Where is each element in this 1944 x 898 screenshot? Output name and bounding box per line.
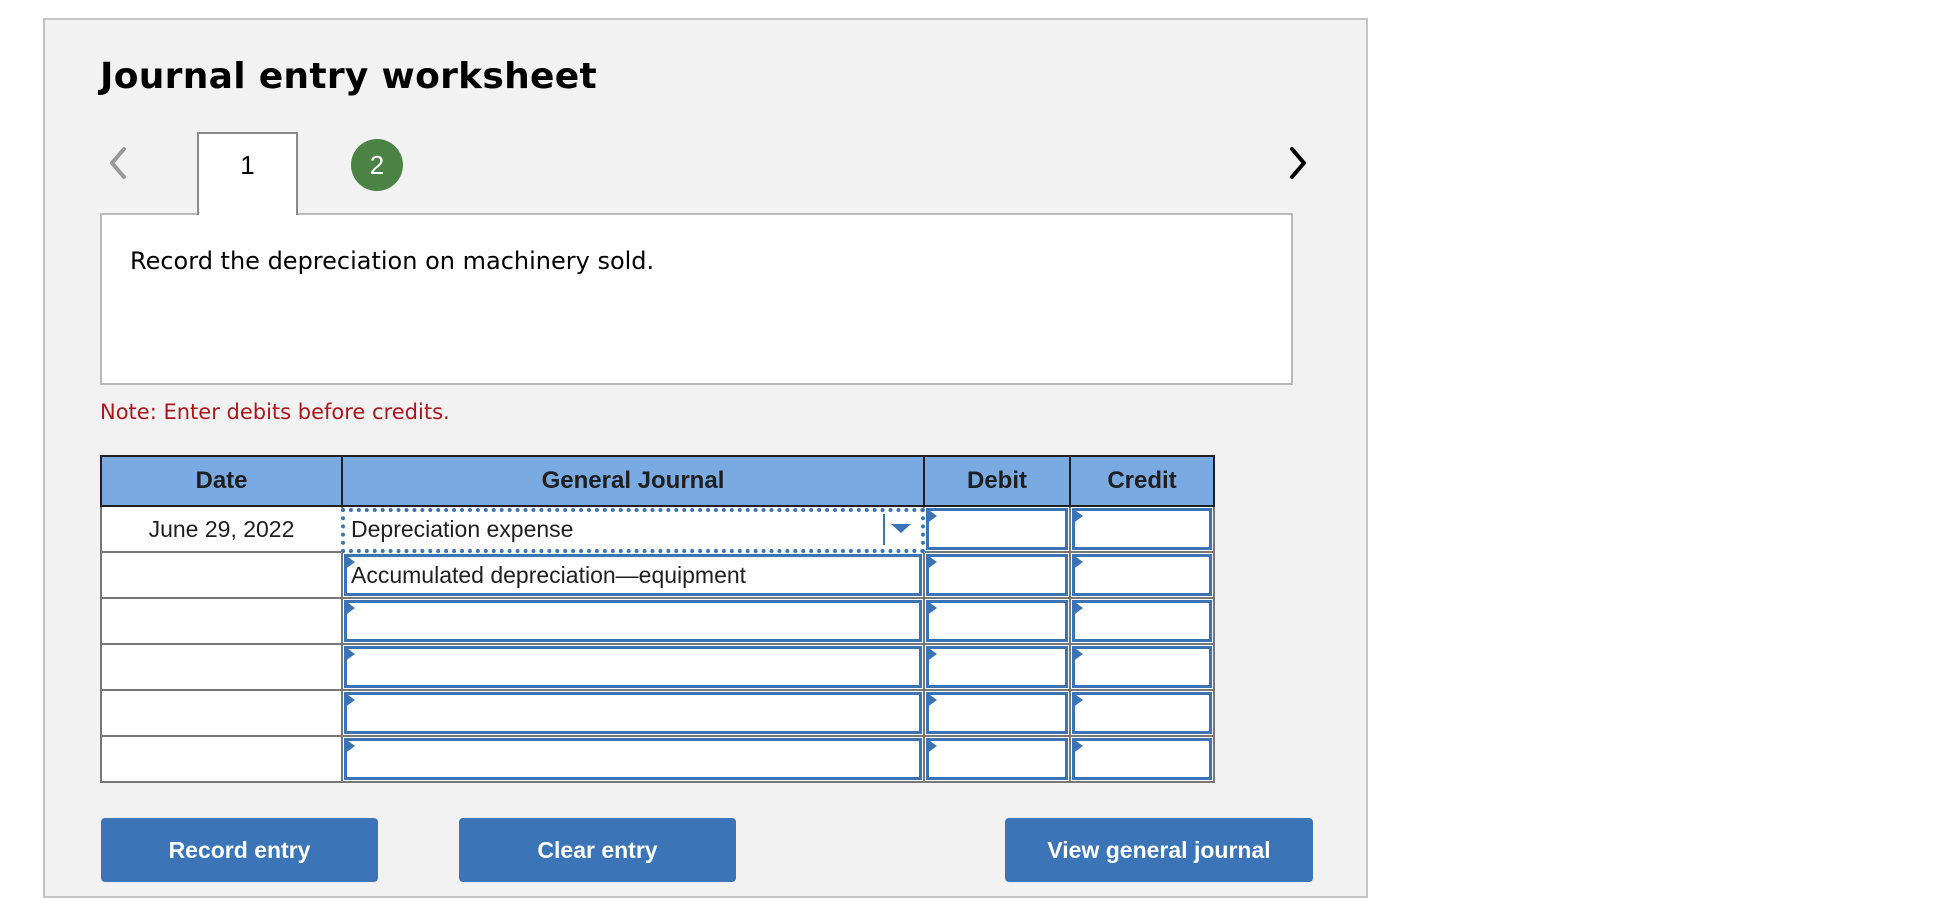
date-cell[interactable] [100, 735, 343, 783]
chevron-right-icon [1290, 147, 1306, 179]
credit-cell [1069, 643, 1215, 691]
table-header-row: Date General Journal Debit Credit [100, 455, 1215, 507]
worksheet-title: Journal entry worksheet [100, 56, 597, 97]
account-input[interactable] [344, 738, 922, 780]
credit-cell [1069, 597, 1215, 645]
credit-cell [1069, 551, 1215, 599]
debit-input[interactable] [926, 600, 1068, 642]
date-cell[interactable] [100, 597, 343, 645]
journal-table: Date General Journal Debit Credit June 2… [100, 455, 1215, 783]
debit-cell [923, 551, 1071, 599]
account-input[interactable] [344, 646, 922, 688]
account-cell [341, 597, 925, 645]
table-row [100, 643, 1215, 691]
debit-cell [923, 505, 1071, 553]
date-cell[interactable] [100, 643, 343, 691]
column-header-debit: Debit [923, 455, 1071, 507]
table-row [100, 735, 1215, 783]
account-cell [341, 689, 925, 737]
debit-cell [923, 597, 1071, 645]
credit-cell [1069, 735, 1215, 783]
input-flag-icon [926, 692, 937, 708]
debits-note: Note: Enter debits before credits. [100, 400, 450, 424]
debit-input[interactable] [926, 692, 1068, 734]
next-entry-button[interactable] [1284, 145, 1312, 181]
prompt-box: Record the depreciation on machinery sol… [100, 213, 1293, 385]
table-row: Accumulated depreciation—equipment [100, 551, 1215, 599]
account-cell [341, 643, 925, 691]
account-cell [341, 735, 925, 783]
debit-cell [923, 643, 1071, 691]
dropdown-caret-icon[interactable] [891, 524, 911, 533]
debit-cell [923, 689, 1071, 737]
input-flag-icon [1072, 508, 1083, 524]
credit-input[interactable] [1072, 646, 1212, 688]
debit-input[interactable] [926, 738, 1068, 780]
credit-cell [1069, 689, 1215, 737]
credit-input[interactable] [1072, 554, 1212, 596]
input-flag-icon [1072, 738, 1083, 754]
record-entry-button[interactable]: Record entry [101, 818, 378, 882]
column-header-general-journal: General Journal [341, 455, 925, 507]
debit-input[interactable] [926, 554, 1068, 596]
input-flag-icon [344, 738, 355, 754]
clear-entry-button[interactable]: Clear entry [459, 818, 736, 882]
account-input[interactable] [344, 692, 922, 734]
chevron-left-icon [110, 147, 126, 179]
credit-cell [1069, 505, 1215, 553]
account-cell: Depreciation expense [341, 505, 925, 553]
select-divider [883, 514, 885, 545]
credit-input[interactable] [1072, 692, 1212, 734]
column-header-credit: Credit [1069, 455, 1215, 507]
input-flag-icon [1072, 646, 1083, 662]
account-input[interactable]: Accumulated depreciation—equipment [344, 554, 922, 596]
view-general-journal-button[interactable]: View general journal [1005, 818, 1313, 882]
date-cell[interactable] [100, 689, 343, 737]
credit-input[interactable] [1072, 600, 1212, 642]
debit-input[interactable] [926, 508, 1068, 550]
input-flag-icon [344, 554, 355, 570]
input-flag-icon [926, 738, 937, 754]
input-flag-icon [344, 600, 355, 616]
input-flag-icon [926, 554, 937, 570]
input-flag-icon [344, 646, 355, 662]
date-cell[interactable] [100, 551, 343, 599]
input-flag-icon [1072, 554, 1083, 570]
account-select-value: Depreciation expense [351, 516, 574, 542]
debit-input[interactable] [926, 646, 1068, 688]
tab-entry-1[interactable]: 1 [197, 132, 298, 215]
prompt-text: Record the depreciation on machinery sol… [130, 247, 655, 275]
prev-entry-button[interactable] [104, 145, 132, 181]
table-row [100, 689, 1215, 737]
input-flag-icon [1072, 692, 1083, 708]
input-flag-icon [926, 600, 937, 616]
account-input[interactable] [344, 600, 922, 642]
table-row: June 29, 2022 Depreciation expense [100, 505, 1215, 553]
debit-cell [923, 735, 1071, 783]
column-header-date: Date [100, 455, 343, 507]
input-flag-icon [344, 692, 355, 708]
credit-input[interactable] [1072, 508, 1212, 550]
date-cell[interactable]: June 29, 2022 [100, 505, 343, 553]
input-flag-icon [1072, 600, 1083, 616]
input-flag-icon [926, 646, 937, 662]
tab-entry-2[interactable]: 2 [351, 139, 403, 191]
input-flag-icon [926, 508, 937, 524]
credit-input[interactable] [1072, 738, 1212, 780]
table-row [100, 597, 1215, 645]
account-select[interactable]: Depreciation expense [341, 508, 925, 553]
account-cell: Accumulated depreciation—equipment [341, 551, 925, 599]
